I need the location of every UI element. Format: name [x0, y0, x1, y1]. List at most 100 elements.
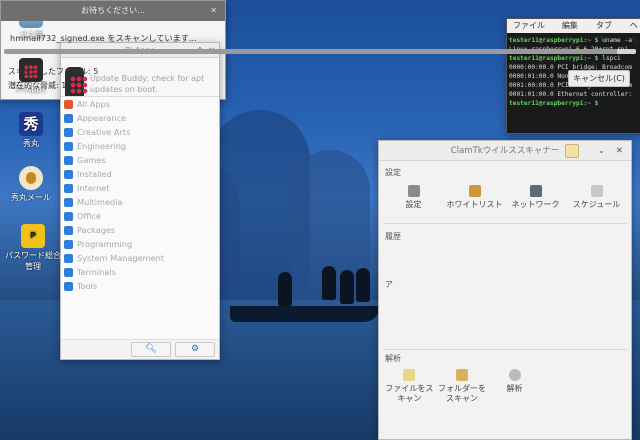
network-icon — [529, 185, 542, 197]
schedule-tool[interactable]: スケジュール — [566, 185, 627, 210]
file-icon — [403, 369, 416, 381]
search-icon: 🔍︎ — [145, 344, 157, 354]
category-item[interactable]: Tools — [61, 279, 219, 293]
menu-edit[interactable]: 編集(E) — [562, 19, 588, 44]
gear-icon: ⚙ — [190, 344, 200, 354]
category-icon — [64, 155, 73, 165]
desktop-icon-hidemaru-mail[interactable]: 秀丸メール — [3, 166, 59, 203]
terminal-line: tester11@raspberrypi:~ $ uname -a — [509, 36, 640, 45]
menu-file[interactable]: ファイル(F) — [513, 19, 554, 44]
clamtk-window: ClamTkウイルススキャナー ⌄ ✕ 設定 設定 ホワイトリスト ネットワーク… — [378, 140, 632, 440]
category-icon — [64, 211, 73, 221]
category-icon — [64, 169, 73, 179]
hidemaru-icon: 秀 — [19, 112, 43, 136]
section-history: 履歴 — [385, 232, 401, 241]
terminal-prompt: tester11@raspberrypi:~ $ — [509, 37, 599, 44]
settings-button[interactable]: ⚙ — [175, 342, 215, 357]
folder-icon — [456, 369, 468, 381]
category-label: Installed — [77, 169, 112, 179]
dialog-title: お待ちください... — [81, 6, 145, 15]
dialog-titlebar: お待ちください... ✕ — [1, 1, 225, 21]
category-item[interactable]: System Management — [61, 251, 219, 265]
close-icon[interactable]: ✕ — [210, 1, 217, 21]
desktop-icon-password-manager[interactable]: P パスワード総合管理 — [3, 224, 63, 272]
category-label: Office — [77, 211, 101, 221]
category-label: Packages — [77, 225, 116, 235]
divider — [383, 223, 627, 224]
category-item[interactable]: Internet — [61, 181, 219, 195]
category-label: Terminals — [77, 267, 116, 277]
category-item[interactable]: All Apps — [61, 97, 219, 111]
category-icon — [64, 113, 73, 123]
category-item[interactable]: Games — [61, 153, 219, 167]
category-label: Multimedia — [77, 197, 123, 207]
category-label: Internet — [77, 183, 110, 193]
category-item[interactable]: Creative Arts — [61, 125, 219, 139]
terminal-menubar: ファイル(F) 編集(E) タブ(T) ヘル — [507, 19, 640, 44]
threats-found: 潜在的な脅威: 1 — [8, 81, 67, 90]
settings-tool[interactable]: 設定 — [383, 185, 444, 210]
category-icon — [64, 183, 73, 193]
password-manager-icon: P — [21, 224, 45, 248]
category-item[interactable]: Appearance — [61, 111, 219, 125]
analysis-tool[interactable]: 解析 — [488, 369, 541, 404]
schedule-icon — [590, 185, 603, 197]
desktop-icon-hidemaru[interactable]: 秀 秀丸 — [3, 112, 59, 149]
divider — [383, 349, 627, 350]
menu-tabs[interactable]: タブ(T) — [596, 19, 622, 44]
category-item[interactable]: Engineering — [61, 139, 219, 153]
category-label: Programming — [77, 239, 133, 249]
category-label: Games — [77, 155, 106, 165]
app-description: Update Buddy: check for apt updates on b… — [89, 74, 205, 94]
terminal-line: tester11@raspberrypi:~ $ lspci — [509, 54, 640, 63]
window-title: ClamTkウイルススキャナー — [450, 146, 560, 156]
hidemaru-mail-icon — [19, 166, 43, 190]
category-item[interactable]: Programming — [61, 237, 219, 251]
scan-toolbar: ファイルをスキャン フォルダーをスキャン 解析 — [383, 369, 541, 404]
scan-file-tool[interactable]: ファイルをスキャン — [383, 369, 436, 404]
progress-fill — [4, 49, 618, 54]
terminal-line: 0001:01:00.0 Ethernet controller: — [509, 90, 640, 99]
tools-icon — [407, 185, 420, 197]
whitelist-icon — [468, 185, 481, 197]
menu-help[interactable]: ヘル — [630, 19, 640, 44]
search-button[interactable]: 🔍︎ — [131, 342, 171, 357]
clamtk-titlebar[interactable]: ClamTkウイルススキャナー ⌄ ✕ — [379, 141, 631, 161]
network-tool[interactable]: ネットワーク — [505, 185, 566, 210]
category-label: Tools — [77, 281, 98, 291]
category-item[interactable]: Multimedia — [61, 195, 219, 209]
magnifier-icon — [508, 369, 521, 381]
terminal-text: 0001:01:00.0 Ethernet controller: — [509, 91, 632, 98]
section-scan: 解析 — [385, 354, 401, 363]
category-icon — [64, 281, 73, 291]
terminal-text: lspci — [598, 55, 621, 62]
settings-toolbar: 設定 ホワイトリスト ネットワーク スケジュール — [383, 185, 627, 210]
category-label: All Apps — [77, 99, 111, 109]
minimize-icon[interactable]: ⌄ — [598, 141, 605, 161]
close-icon[interactable]: ✕ — [616, 141, 623, 161]
pi-apps-window: Pi-Apps ⌄ ⌃ ✕ Update Buddy: check for ap… — [60, 42, 220, 360]
category-item[interactable]: Office — [61, 209, 219, 223]
scan-message: hmmail732_signed.exe をスキャンしています... — [10, 33, 197, 43]
category-label: System Management — [77, 253, 165, 263]
files-scanned: スキャンしたファイル: 5 — [8, 67, 99, 76]
section-settings: 設定 — [385, 168, 401, 177]
scan-folder-tool[interactable]: フォルダーをスキャン — [436, 369, 489, 404]
section-analysis-partial: ア — [385, 280, 393, 289]
category-list: All Apps Appearance Creative Arts Engineeri… — [61, 96, 219, 340]
scan-progress-bar — [4, 49, 636, 54]
category-item[interactable]: Packages — [61, 223, 219, 237]
cancel-button[interactable]: キャンセル(C) — [568, 70, 630, 87]
terminal-prompt: tester11@raspberrypi:~ $ — [509, 100, 599, 107]
terminal-prompt: tester11@raspberrypi:~ $ — [509, 55, 599, 62]
category-item[interactable]: Terminals — [61, 265, 219, 279]
category-icon — [64, 225, 73, 235]
terminal-line: tester11@raspberrypi:~ $ — [509, 99, 640, 108]
category-icon — [64, 99, 73, 109]
category-label: Creative Arts — [77, 127, 131, 137]
category-icon — [64, 267, 73, 277]
category-item[interactable]: Installed — [61, 167, 219, 181]
whitelist-tool[interactable]: ホワイトリスト — [444, 185, 505, 210]
terminal-text: uname -a — [598, 37, 632, 44]
